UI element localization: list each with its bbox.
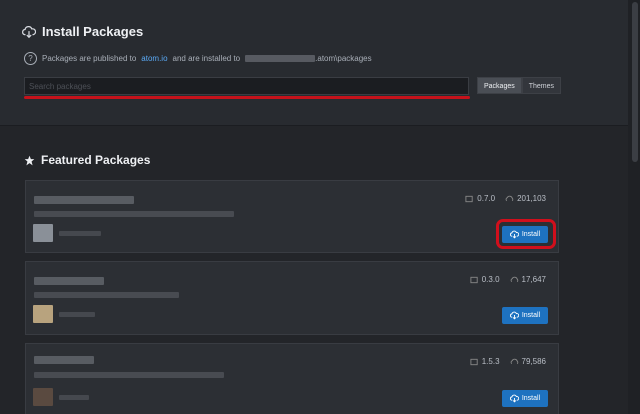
cloud-download-icon xyxy=(509,394,519,403)
cloud-download-icon xyxy=(22,25,36,38)
page-title: Install Packages xyxy=(42,24,144,39)
star-icon xyxy=(24,155,35,165)
author-name-redacted xyxy=(59,312,95,317)
package-name-redacted xyxy=(34,196,134,204)
package-card[interactable]: 0.3.0 17,647 Install xyxy=(25,261,559,335)
install-packages-heading: Install Packages xyxy=(22,24,143,39)
install-label: Install xyxy=(521,231,541,238)
package-type-toggle: Packages Themes xyxy=(477,77,562,94)
downloads: 79,586 xyxy=(521,357,546,366)
info-suffix: .atom\packages xyxy=(315,54,372,63)
featured-packages-heading: Featured Packages xyxy=(24,153,150,167)
redacted-path xyxy=(245,55,316,62)
tag-icon xyxy=(465,195,473,202)
install-button[interactable]: Install xyxy=(502,226,548,243)
version: 0.7.0 xyxy=(477,194,496,203)
avatar xyxy=(33,305,53,323)
cloud-download-icon xyxy=(510,276,518,282)
package-meta: 0.7.0 201,103 xyxy=(465,194,546,203)
package-meta: 1.5.3 79,586 xyxy=(470,357,546,366)
atom-io-link[interactable]: atom.io xyxy=(141,54,167,63)
search-field[interactable] xyxy=(24,77,469,95)
tag-icon xyxy=(470,276,478,283)
package-description-redacted xyxy=(34,292,179,298)
version: 1.5.3 xyxy=(481,357,500,366)
scrollbar[interactable] xyxy=(628,0,640,414)
install-packages-section: Install Packages ? Packages are publishe… xyxy=(0,0,628,126)
package-description-redacted xyxy=(34,211,234,217)
package-meta: 0.3.0 17,647 xyxy=(470,275,546,284)
package-card[interactable]: 1.5.3 79,586 Install xyxy=(25,343,559,414)
package-name-redacted xyxy=(34,277,104,285)
install-button[interactable]: Install xyxy=(502,307,548,324)
install-info: ? Packages are published to atom.io and … xyxy=(24,52,372,65)
downloads: 17,647 xyxy=(521,275,546,284)
question-icon: ? xyxy=(24,52,37,65)
cloud-download-icon xyxy=(509,311,519,320)
packages-toggle-button[interactable]: Packages xyxy=(477,77,522,94)
info-mid: and are installed to xyxy=(172,54,241,63)
search-highlight-underline xyxy=(24,96,470,99)
featured-title: Featured Packages xyxy=(41,153,151,167)
author-name-redacted xyxy=(59,231,101,236)
themes-toggle-button[interactable]: Themes xyxy=(521,77,562,94)
cloud-download-icon xyxy=(509,230,519,239)
version: 0.3.0 xyxy=(481,275,500,284)
info-prefix: Packages are published to xyxy=(42,54,137,63)
cloud-download-icon xyxy=(505,195,514,201)
install-label: Install xyxy=(521,312,541,319)
package-description-redacted xyxy=(34,372,224,378)
avatar xyxy=(33,224,53,242)
package-card[interactable]: 0.7.0 201,103 Install xyxy=(25,180,559,253)
search-input[interactable] xyxy=(25,78,468,95)
install-label: Install xyxy=(521,395,541,402)
package-name-redacted xyxy=(34,356,94,364)
scrollbar-thumb[interactable] xyxy=(632,2,638,162)
avatar xyxy=(33,388,53,406)
tag-icon xyxy=(470,358,478,365)
author-name-redacted xyxy=(59,395,89,400)
cloud-download-icon xyxy=(510,358,518,364)
downloads: 201,103 xyxy=(517,194,546,203)
install-button[interactable]: Install xyxy=(502,390,548,407)
